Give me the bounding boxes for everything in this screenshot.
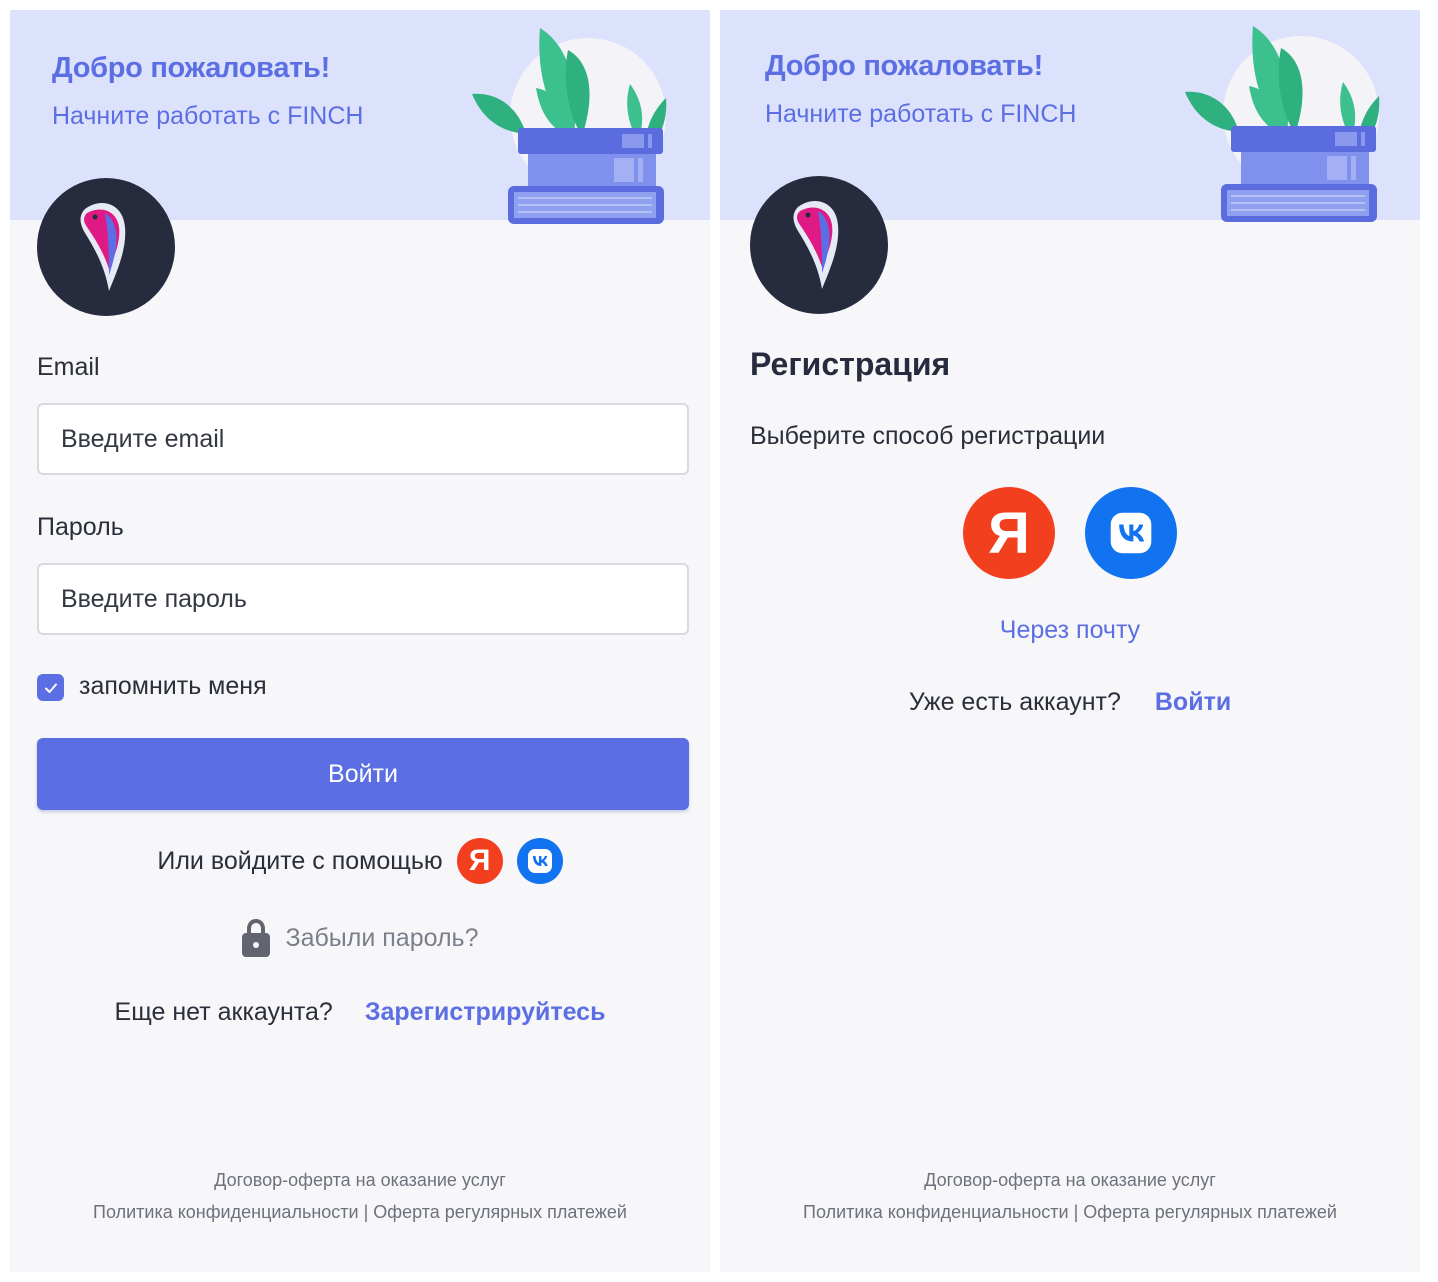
register-prompt: Еще нет аккаунта? Зарегистрируйтесь: [10, 998, 710, 1027]
email-label: Email: [37, 353, 100, 381]
finch-logo: [750, 176, 888, 314]
welcome-subtitle: Начните работать с FINCH: [765, 100, 1077, 128]
lock-icon: [242, 918, 271, 957]
welcome-title: Добро пожаловать!: [765, 50, 1043, 82]
yandex-icon: Я: [468, 844, 491, 877]
offer-link[interactable]: Договор-оферта на оказание услуг: [214, 1170, 506, 1190]
login-button[interactable]: Войти: [37, 738, 689, 810]
welcome-title: Добро пожаловать!: [52, 52, 330, 84]
email-input[interactable]: [37, 403, 689, 475]
social-login-row: Или войдите с помощью Я: [10, 838, 710, 884]
finch-logo-icon: [80, 203, 126, 291]
vk-icon: [1110, 512, 1152, 554]
register-link[interactable]: Зарегистрируйтесь: [365, 998, 606, 1027]
finch-logo-icon: [793, 201, 839, 289]
social-login-text: Или войдите с помощью: [157, 846, 443, 875]
privacy-link[interactable]: Политика конфиденциальности: [803, 1202, 1069, 1222]
welcome-subtitle: Начните работать с FINCH: [52, 102, 364, 130]
remember-me-label[interactable]: запомнить меня: [79, 672, 267, 701]
footer-offer-row: Договор-оферта на оказание услуг: [720, 1170, 1420, 1191]
finch-logo: [37, 178, 175, 316]
footer-policies-row: Политика конфиденциальности | Оферта рег…: [720, 1202, 1420, 1223]
yandex-login-button[interactable]: Я: [456, 838, 503, 884]
register-screen: Добро пожаловать! Начните работать с FIN…: [720, 10, 1420, 1272]
books-plant-illustration: [472, 28, 667, 224]
register-via-email-link[interactable]: Через почту: [720, 616, 1420, 645]
checkmark-icon: [44, 683, 57, 693]
books-plant-illustration: [1185, 26, 1380, 222]
password-input[interactable]: [37, 563, 689, 635]
vk-icon: [527, 849, 552, 873]
yandex-icon: Я: [988, 500, 1030, 566]
registration-title: Регистрация: [750, 346, 951, 382]
password-label: Пароль: [37, 513, 124, 541]
vk-login-button[interactable]: [516, 838, 563, 884]
recurring-payments-link[interactable]: Оферта регулярных платежей: [373, 1202, 627, 1222]
remember-me-checkbox[interactable]: [37, 674, 64, 701]
footer-policies-row: Политика конфиденциальности | Оферта рег…: [10, 1202, 710, 1223]
registration-subtitle: Выберите способ регистрации: [750, 422, 1106, 450]
no-account-text: Еще нет аккаунта?: [114, 998, 333, 1026]
login-link[interactable]: Войти: [1155, 688, 1231, 717]
privacy-link[interactable]: Политика конфиденциальности: [93, 1202, 359, 1222]
footer-offer-row: Договор-оферта на оказание услуг: [10, 1170, 710, 1191]
have-account-text: Уже есть аккаунт?: [908, 688, 1121, 716]
yandex-register-button[interactable]: Я: [963, 487, 1055, 579]
login-screen: Добро пожаловать! Начните работать с FIN…: [10, 10, 710, 1272]
footer-separator: |: [1073, 1202, 1079, 1222]
footer-separator: |: [363, 1202, 369, 1222]
offer-link[interactable]: Договор-оферта на оказание услуг: [924, 1170, 1216, 1190]
login-prompt: Уже есть аккаунт? Войти: [720, 688, 1420, 717]
forgot-password-text: Забыли пароль?: [285, 923, 479, 952]
forgot-password-link[interactable]: Забыли пароль?: [10, 918, 710, 958]
recurring-payments-link[interactable]: Оферта регулярных платежей: [1083, 1202, 1337, 1222]
social-register-row: Я: [720, 487, 1420, 579]
vk-register-button[interactable]: [1085, 487, 1177, 579]
